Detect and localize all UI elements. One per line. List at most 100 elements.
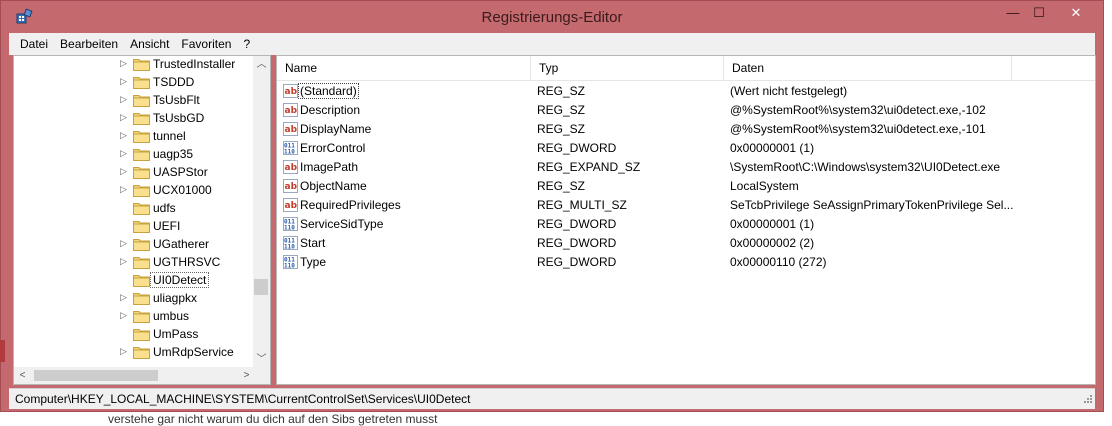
value-type: REG_SZ — [537, 122, 586, 136]
value-row[interactable]: ab ImagePath REG_EXPAND_SZ \SystemRoot\C:\W… — [277, 158, 1095, 177]
column-header-data[interactable]: Daten — [724, 56, 1012, 80]
tree-item-label: UmRdpService — [153, 345, 234, 359]
tree-item[interactable]: ▷ umbus — [14, 308, 259, 326]
tree-item[interactable]: ▷ UASPStor — [14, 164, 259, 182]
value-name: (Standard) — [298, 83, 359, 99]
expand-arrow-icon[interactable]: ▷ — [120, 58, 127, 69]
menu-help[interactable]: ? — [237, 37, 256, 51]
folder-icon — [133, 113, 150, 125]
tree-item[interactable]: ▷ uliagpkx — [14, 290, 259, 308]
expand-arrow-icon[interactable]: ▷ — [120, 256, 127, 267]
tree-item[interactable]: ▷ TsUsbGD — [14, 110, 259, 128]
tree-item[interactable]: ▷ tunnel — [14, 128, 259, 146]
tree-item[interactable]: ▷ TrustedInstaller — [14, 56, 259, 74]
value-row[interactable]: ab (Standard) REG_SZ (Wert nicht festgelegt… — [277, 82, 1095, 101]
background-text: verstehe gar nicht warum du dich auf den… — [108, 412, 438, 426]
tree-item-label: TSDDD — [153, 75, 195, 89]
value-data: (Wert nicht festgelegt) — [730, 84, 848, 98]
menu-ansicht[interactable]: Ansicht — [124, 37, 175, 51]
tree-item-label: uliagpkx — [153, 291, 198, 305]
value-row[interactable]: ab RequiredPrivileges REG_MULTI_SZ SeTcbPri… — [277, 196, 1095, 215]
expand-arrow-icon[interactable]: ▷ — [120, 292, 127, 303]
tree-item-label: uagp35 — [153, 147, 194, 161]
scroll-thumb[interactable] — [254, 279, 268, 295]
tree-item[interactable]: UI0Detect — [14, 272, 259, 290]
string-value-icon: ab — [283, 160, 298, 174]
value-data: 0x00000110 (272) — [730, 255, 827, 269]
tree-item-label: TrustedInstaller — [153, 57, 236, 71]
menu-datei[interactable]: Datei — [9, 37, 54, 51]
expand-arrow-icon[interactable]: ▷ — [120, 184, 127, 195]
tree-item[interactable]: ▷ TSDDD — [14, 74, 259, 92]
value-row[interactable]: 011 110 Start REG_DWORD 0x00000002 (2) — [277, 234, 1095, 253]
tree-item-label: UGatherer — [153, 237, 210, 251]
value-name: ErrorControl — [300, 141, 366, 155]
tree-horizontal-scrollbar[interactable]: < > — [14, 367, 255, 384]
tree-vertical-scrollbar[interactable]: ︿ ﹀ — [253, 56, 270, 368]
value-row[interactable]: ab ObjectName REG_SZ LocalSystem — [277, 177, 1095, 196]
value-type: REG_SZ — [537, 103, 586, 117]
value-data: 0x00000001 (1) — [730, 141, 815, 155]
string-value-icon: ab — [283, 179, 298, 193]
svg-text:110: 110 — [284, 225, 295, 232]
tree-item[interactable]: udfs — [14, 200, 259, 218]
value-row[interactable]: 011 110 ErrorControl REG_DWORD 0x00000001 (1… — [277, 139, 1095, 158]
status-path: Computer\HKEY_LOCAL_MACHINE\SYSTEM\Curre… — [15, 392, 471, 406]
value-type: REG_EXPAND_SZ — [537, 160, 641, 174]
scroll-thumb-horizontal[interactable] — [34, 370, 158, 381]
binary-value-icon: 011110 — [283, 141, 298, 155]
scroll-up-icon[interactable]: ︿ — [253, 56, 270, 73]
window-title: Registrierungs-Editor — [481, 9, 623, 26]
tree-item[interactable]: UmPass — [14, 326, 259, 344]
string-value-icon: ab — [283, 84, 298, 98]
tree-item[interactable]: ▷ uagp35 — [14, 146, 259, 164]
maximize-button[interactable]: ☐ — [1021, 3, 1057, 25]
expand-arrow-icon[interactable]: ▷ — [120, 130, 127, 141]
expand-arrow-icon[interactable]: ▷ — [120, 148, 127, 159]
tree-item[interactable]: ▷ UGTHRSVC — [14, 254, 259, 272]
value-row[interactable]: ab DisplayName REG_SZ @%SystemRoot%\system3… — [277, 120, 1095, 139]
value-list[interactable]: Name Typ Daten ab (Standard) REG_SZ (Wert n… — [276, 55, 1096, 385]
folder-icon — [133, 149, 150, 161]
expand-arrow-icon[interactable]: ▷ — [120, 94, 127, 105]
folder-icon — [133, 131, 150, 143]
value-row[interactable]: 011 110 Type REG_DWORD 0x00000110 (272) — [277, 253, 1095, 272]
expand-arrow-icon[interactable]: ▷ — [120, 166, 127, 177]
string-value-icon: ab — [283, 122, 298, 136]
value-row[interactable]: ab Description REG_SZ @%SystemRoot%\system3… — [277, 101, 1095, 120]
value-row[interactable]: 011 110 ServiceSidType REG_DWORD 0x00000001 … — [277, 215, 1095, 234]
resize-grip-icon[interactable] — [1081, 394, 1093, 406]
menu-bearbeiten[interactable]: Bearbeiten — [54, 37, 124, 51]
svg-text:110: 110 — [284, 244, 295, 251]
title-bar[interactable]: Registrierungs-Editor — ☐ ✕ — [1, 1, 1103, 33]
key-tree[interactable]: ▷ UmRdpService UmPass ▷ umbus ▷ uliagpkx UI0Det… — [13, 55, 271, 385]
value-type: REG_SZ — [537, 84, 586, 98]
svg-text:110: 110 — [284, 149, 295, 156]
value-name: ObjectName — [300, 179, 367, 193]
tree-item[interactable]: UEFI — [14, 218, 259, 236]
tree-item-label: UGTHRSVC — [153, 255, 221, 269]
menu-favoriten[interactable]: Favoriten — [175, 37, 237, 51]
expand-arrow-icon[interactable]: ▷ — [120, 112, 127, 123]
value-name: ServiceSidType — [300, 217, 384, 231]
scroll-down-icon[interactable]: ﹀ — [253, 351, 270, 368]
scroll-left-icon[interactable]: < — [14, 367, 31, 384]
tree-item[interactable]: ▷ UCX01000 — [14, 182, 259, 200]
value-data: SeTcbPrivilege SeAssignPrimaryTokenPrivi… — [730, 198, 1014, 212]
background-window-edge — [0, 340, 5, 362]
expand-arrow-icon[interactable]: ▷ — [120, 346, 127, 357]
expand-arrow-icon[interactable]: ▷ — [120, 76, 127, 87]
tree-item[interactable]: ▷ TsUsbFlt — [14, 92, 259, 110]
expand-arrow-icon[interactable]: ▷ — [120, 310, 127, 321]
expand-arrow-icon[interactable]: ▷ — [120, 238, 127, 249]
tree-item-label: UEFI — [153, 219, 181, 233]
column-header-name[interactable]: Name — [277, 56, 531, 80]
tree-item[interactable]: ▷ UmRdpService — [14, 344, 259, 362]
binary-value-icon: 011110 — [283, 236, 298, 250]
value-name: RequiredPrivileges — [300, 198, 401, 212]
tree-item-label: udfs — [153, 201, 176, 215]
tree-item[interactable]: ▷ UGatherer — [14, 236, 259, 254]
close-button[interactable]: ✕ — [1053, 3, 1099, 25]
folder-icon — [133, 167, 150, 179]
column-header-type[interactable]: Typ — [531, 56, 724, 80]
